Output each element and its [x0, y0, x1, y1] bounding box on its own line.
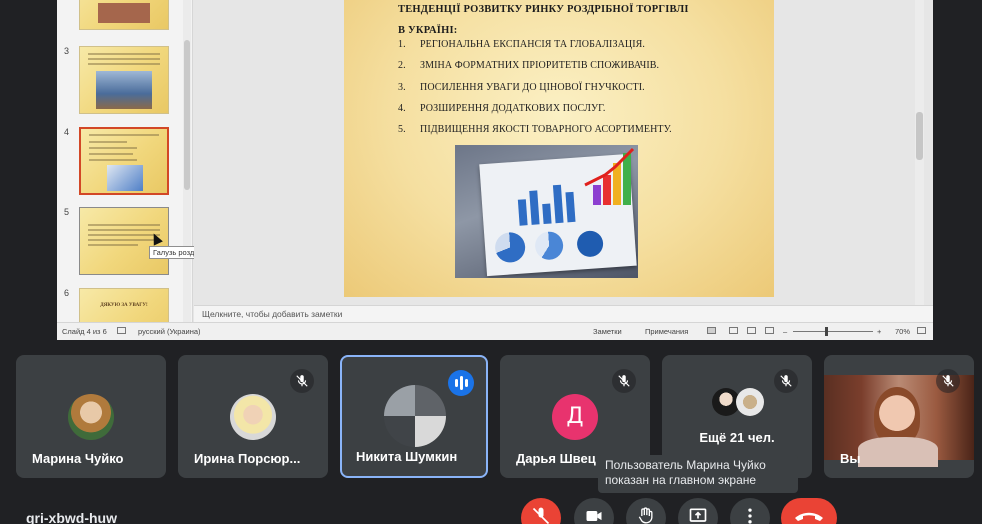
leave-call-button[interactable]: [781, 498, 837, 524]
camera-toggle-button[interactable]: [574, 498, 614, 524]
zoom-slider-thumb[interactable]: [825, 327, 828, 336]
mic-off-icon: [774, 369, 798, 393]
slide-thumbnail[interactable]: [79, 0, 169, 30]
notes-field[interactable]: Щелкните, чтобы добавить заметки: [194, 305, 933, 322]
participant-name: Вы: [840, 451, 861, 466]
slide-thumbnail-pane: 3 4 5 6 ДЯКУЮ ЗА УВАГУ!: [57, 0, 193, 340]
participant-name: Никита Шумкин: [356, 449, 458, 464]
slide-number: 3: [64, 46, 70, 56]
slide-counter: Слайд 4 из 6: [62, 327, 107, 336]
self-view-tile[interactable]: Вы: [824, 355, 974, 478]
toast-line: показан на главном экране: [605, 473, 757, 487]
shared-screen: 3 4 5 6 ДЯКУЮ ЗА УВАГУ! Галузь ТЕНДЕНЦІЇ…: [57, 0, 933, 340]
fit-to-window-icon[interactable]: [917, 327, 926, 334]
more-options-button[interactable]: [730, 498, 770, 524]
slide-title-line: В УКРАЇНІ:: [398, 25, 458, 36]
list-item: 5. ПІДВИЩЕННЯ ЯКОСТІ ТОВАРНОГО АСОРТИМЕНТ…: [398, 124, 672, 136]
language-label[interactable]: русский (Украина): [138, 323, 201, 340]
current-slide[interactable]: ТЕНДЕНЦІЇ РОЗВИТКУ РИНКУ РОЗДРІБНОЇ ТОРГ…: [344, 0, 774, 297]
slide-title-line: ТЕНДЕНЦІЇ РОЗВИТКУ РИНКУ РОЗДРІБНОЇ ТОРГ…: [398, 4, 689, 15]
speaking-indicator-icon: [448, 370, 474, 396]
slide-thumbnail[interactable]: [79, 46, 169, 114]
reading-view-icon[interactable]: [747, 327, 756, 334]
zoom-level[interactable]: 70%: [895, 323, 910, 340]
slide-bullet-list: 1. РЕГІОНАЛЬНА ЕКСПАНСІЯ ТА ГЛОБАЛІЗАЦІЯ.…: [398, 39, 672, 145]
status-bar: Слайд 4 из 6 русский (Украина) Заметки П…: [57, 322, 933, 340]
participant-name: Ирина Порсюр...: [194, 451, 301, 466]
slide-title: ТЕНДЕНЦІЇ РОЗВИТКУ РИНКУ РОЗДРІБНОЇ ТОРГ…: [398, 0, 689, 41]
slide-scrollbar[interactable]: [915, 0, 924, 305]
list-item: 3. ПОСИЛЕННЯ УВАГИ ДО ЦІНОВОЇ ГНУЧКОСТІ.: [398, 81, 645, 93]
normal-view-icon[interactable]: [707, 327, 716, 334]
mic-toggle-button[interactable]: [521, 498, 561, 524]
present-screen-button[interactable]: [678, 498, 718, 524]
hang-up-icon: [795, 512, 823, 521]
slide-editor[interactable]: ТЕНДЕНЦІЇ РОЗВИТКУ РИНКУ РОЗДРІБНОЇ ТОРГ…: [194, 0, 924, 305]
camera-icon: [586, 511, 602, 521]
avatar: [736, 388, 764, 416]
slide-chart-image: [455, 145, 638, 278]
zoom-out-icon[interactable]: –: [783, 323, 787, 340]
participant-name: Дарья Швец: [516, 451, 596, 466]
present-icon: [689, 508, 707, 522]
slide-thumbnail-current[interactable]: [79, 127, 169, 195]
zoom-slider[interactable]: [793, 331, 873, 332]
mic-off-icon: [532, 507, 550, 524]
avatar: [68, 394, 114, 440]
participant-tile-active-speaker[interactable]: Никита Шумкин: [340, 355, 488, 478]
mic-off-icon: [936, 369, 960, 393]
spellcheck-icon[interactable]: [117, 327, 126, 334]
participant-tile[interactable]: Ирина Порсюр...: [178, 355, 328, 478]
thumbnail-scrollbar[interactable]: [183, 0, 191, 322]
participant-tile[interactable]: Марина Чуйко: [16, 355, 166, 478]
hand-icon: [638, 507, 653, 524]
list-item: 2. ЗМІНА ФОРМАТНИХ ПРІОРИТЕТІВ СПОЖИВАЧІВ…: [398, 60, 660, 72]
meeting-code: qri-xbwd-huw: [26, 510, 117, 524]
participant-name: Марина Чуйко: [32, 451, 124, 466]
comments-toggle-button[interactable]: Примечания: [645, 323, 688, 340]
avatar: [384, 385, 446, 447]
slide-number: 4: [64, 127, 70, 137]
list-item: 4. РОЗШИРЕННЯ ДОДАТКОВИХ ПОСЛУГ.: [398, 102, 606, 114]
slide-thumbnail-text: ДЯКУЮ ЗА УВАГУ!: [100, 303, 148, 308]
mic-off-icon: [290, 369, 314, 393]
more-participants-count: Ещё 21 чел.: [699, 430, 775, 445]
raise-hand-button[interactable]: [626, 498, 666, 524]
slide-number: 6: [64, 288, 70, 298]
avatar: Д: [552, 394, 598, 440]
notification-toast: Пользователь Марина Чуйко показан на гла…: [598, 455, 798, 493]
list-item: 1. РЕГІОНАЛЬНА ЕКСПАНСІЯ ТА ГЛОБАЛІЗАЦІЯ.: [398, 39, 646, 50]
more-vert-icon: [748, 508, 752, 524]
slideshow-icon[interactable]: [765, 327, 774, 334]
notes-toggle-button[interactable]: Заметки: [593, 323, 622, 340]
slide-sorter-icon[interactable]: [729, 327, 738, 334]
toast-line: Пользователь Марина Чуйко: [605, 458, 766, 472]
mic-off-icon: [612, 369, 636, 393]
avatar: [230, 394, 276, 440]
zoom-in-icon[interactable]: +: [877, 323, 881, 340]
slide-number: 5: [64, 207, 70, 217]
